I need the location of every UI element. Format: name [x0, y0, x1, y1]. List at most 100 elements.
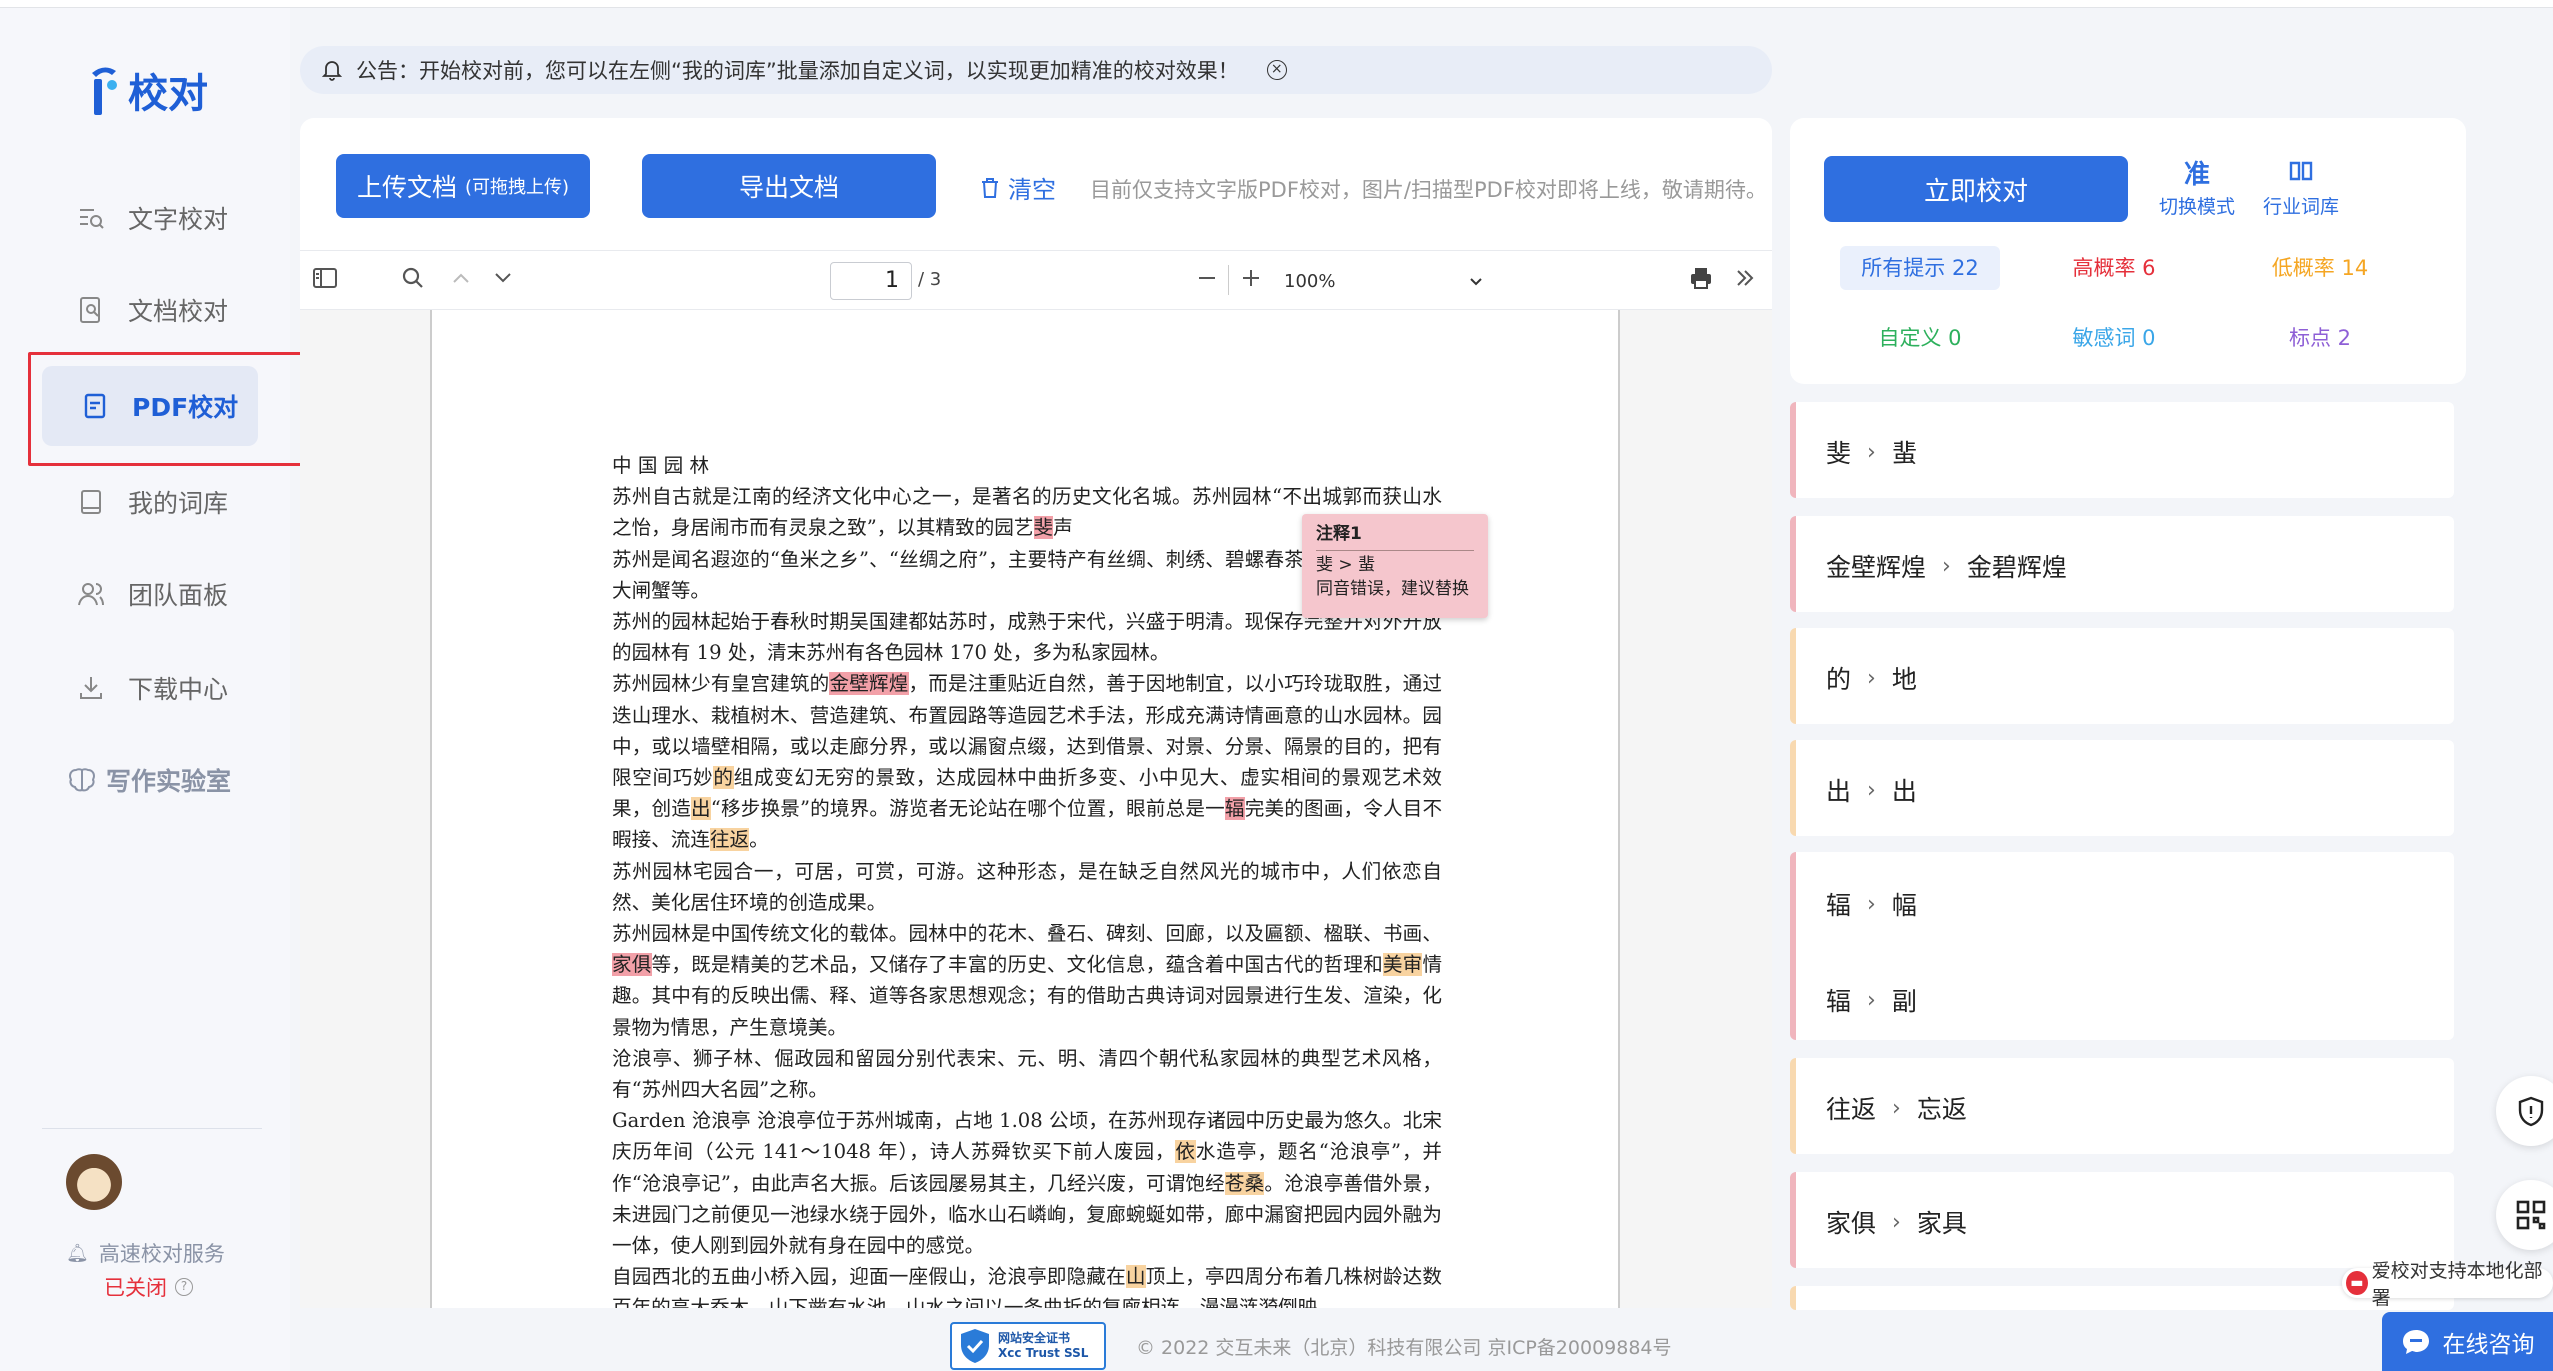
- prev-page-icon[interactable]: [446, 265, 476, 295]
- security-fab[interactable]: [2496, 1076, 2553, 1146]
- filter-custom[interactable]: 自定义 0: [1840, 316, 2000, 360]
- writing-lab-link[interactable]: 写作实验室: [66, 762, 231, 798]
- window-top-edge: [0, 0, 2553, 8]
- promo-badge[interactable]: ▬ 爱校对支持本地化部署: [2342, 1260, 2553, 1309]
- switch-mode-button[interactable]: 准 切换模式: [2152, 158, 2242, 219]
- error-highlight[interactable]: 辐: [1224, 797, 1245, 821]
- chat-bubble-icon: ▬: [2346, 1271, 2368, 1295]
- correction-card[interactable]: 家俱 › 家具: [1790, 1172, 2454, 1268]
- error-highlight[interactable]: 家俱: [612, 953, 652, 977]
- industry-dict-button[interactable]: 行业词库: [2256, 158, 2346, 219]
- qrcode-fab[interactable]: [2496, 1180, 2553, 1250]
- page-number-input[interactable]: 1: [830, 262, 912, 300]
- filter-punct-label: 标点 2: [2288, 326, 2352, 350]
- filter-high[interactable]: 高概率 6: [2034, 246, 2194, 290]
- doc-paragraph: Garden 沧浪亭 沧浪亭位于苏州城南，占地 1.08 公顷，在苏州现存诸园中…: [612, 1109, 1443, 1258]
- doc-paragraph: 沧浪亭、狮子林、倔政园和留园分别代表宋、元、明、清四个朝代私家园林的典型艺术风格…: [612, 1046, 1442, 1102]
- filter-high-label: 高概率 6: [2072, 256, 2156, 280]
- industry-dict-label: 行业词库: [2262, 196, 2339, 218]
- footer: 网站安全证书 Xcc Trust SSL © 2022 交互未来（北京）科技有限公…: [950, 1322, 1672, 1370]
- shield-check-icon: [961, 1329, 989, 1363]
- zoom-in-icon[interactable]: [1236, 265, 1266, 295]
- filter-sensitive[interactable]: 敏感词 0: [2034, 316, 2194, 360]
- upload-button[interactable]: 上传文档 (可拖拽上传): [336, 154, 590, 218]
- notice-bar: 公告：开始校对前，您可以在左侧“我的词库”批量添加自定义词，以实现更加精准的校对…: [300, 46, 1772, 94]
- correction-card[interactable]: 金壁辉煌 › 金碧辉煌: [1790, 516, 2454, 612]
- nav-text-check[interactable]: 文字校对: [60, 178, 260, 258]
- upload-label: 上传文档: [356, 173, 457, 202]
- zoom-value: 100%: [1284, 270, 1336, 292]
- print-icon[interactable]: [1686, 265, 1716, 295]
- correction-card[interactable]: 斐 › 蜚: [1790, 402, 2454, 498]
- online-chat-button[interactable]: 在线咨询: [2382, 1312, 2553, 1371]
- filter-all[interactable]: 所有提示 22: [1840, 246, 2000, 290]
- nav-label: 我的词库: [128, 489, 229, 518]
- mode-glyph: 准: [2183, 160, 2210, 190]
- warning-highlight[interactable]: 依: [1175, 1140, 1196, 1164]
- check-now-label: 立即校对: [1923, 176, 2028, 207]
- correction-card[interactable]: 出 › 出: [1790, 740, 2454, 836]
- error-highlight[interactable]: 金壁辉煌: [829, 672, 909, 696]
- upload-hint: (可拖拽上传): [464, 177, 570, 198]
- error-highlight[interactable]: 斐: [1033, 516, 1054, 540]
- ssl-badge[interactable]: 网站安全证书 Xcc Trust SSL: [950, 1322, 1106, 1370]
- chevron-down-icon: [1470, 278, 1482, 286]
- popup-correction: 斐 > 蜚: [1316, 555, 1376, 575]
- sidebar-toggle-icon[interactable]: [310, 265, 340, 295]
- correction-card[interactable]: 往返 › 忘返: [1790, 1058, 2454, 1154]
- export-button[interactable]: 导出文档: [642, 154, 936, 218]
- doc-paragraph: 苏州园林少有皇宫建筑的金壁辉煌，而是注重贴近自然，善于因地制宜，以小巧玲珑取胜，…: [612, 672, 1443, 852]
- results-panel: 立即校对 准 切换模式 行业词库 所有提示 22 高概率 6 低概率 14 自定…: [1790, 118, 2466, 384]
- clear-button[interactable]: 清空: [980, 170, 1056, 205]
- warning-highlight[interactable]: 往返: [709, 828, 750, 852]
- export-label: 导出文档: [738, 173, 839, 202]
- avatar[interactable]: [66, 1154, 122, 1210]
- text-check-icon: [80, 209, 104, 229]
- doc-paragraph: 苏州园林是中国传统文化的载体。园林中的花木、叠石、碑刻、回廊，以及匾额、楹联、书…: [612, 922, 1443, 1039]
- service-status[interactable]: 已关闭 ?: [104, 1272, 193, 1302]
- service-label: 高速校对服务: [98, 1242, 225, 1266]
- service-status-text: 已关闭: [104, 1276, 167, 1300]
- nav-label: 团队面板: [128, 581, 229, 610]
- zoom-out-icon[interactable]: [1192, 265, 1222, 295]
- logo-text: 校对: [128, 71, 208, 117]
- nav-doc-check[interactable]: 文档校对: [60, 270, 260, 350]
- help-icon[interactable]: ?: [175, 1278, 193, 1296]
- logo-icon: [88, 61, 122, 119]
- nav-download-center[interactable]: 下载中心: [60, 648, 260, 728]
- filter-low-label: 低概率 14: [2271, 256, 2369, 280]
- zoom-divider: [1228, 265, 1229, 295]
- close-icon[interactable]: ×: [1266, 60, 1287, 80]
- filter-custom-label: 自定义 0: [1878, 326, 1962, 350]
- filter-sensitive-label: 敏感词 0: [2072, 326, 2156, 350]
- nav-team-panel[interactable]: 团队面板: [60, 554, 260, 634]
- filter-punctuation[interactable]: 标点 2: [2240, 316, 2400, 360]
- check-now-button[interactable]: 立即校对: [1824, 156, 2128, 222]
- search-icon[interactable]: [398, 265, 428, 295]
- doc-paragraph: 自园西北的五曲小桥入园，迎面一座假山，沧浪亭即隐藏在山顶上，亭四周分布着几株树龄…: [612, 1265, 1443, 1308]
- copyright: © 2022 交互未来（北京）科技有限公司 京ICP备20009884号: [1136, 1336, 1672, 1359]
- logo[interactable]: 校对: [88, 58, 208, 122]
- warning-highlight[interactable]: 出: [691, 797, 711, 821]
- nav-my-dictionary[interactable]: 我的词库: [60, 462, 260, 542]
- nav-label: 文字校对: [128, 205, 229, 234]
- filter-low[interactable]: 低概率 14: [2240, 246, 2400, 290]
- notice-text: 公告：开始校对前，您可以在左侧“我的词库”批量添加自定义词，以实现更加精准的校对…: [356, 59, 1239, 83]
- next-page-icon[interactable]: [488, 265, 518, 295]
- zoom-select[interactable]: 100%: [1284, 263, 1484, 299]
- nav-label: 下载中心: [128, 675, 229, 704]
- filter-all-label: 所有提示 22: [1861, 256, 1979, 280]
- doc-paragraph: 苏州园林宅园合一，可居，可赏，可游。这种形态，是在缺乏自然风光的城市中，人们依恋…: [612, 859, 1442, 914]
- pdf-viewer[interactable]: 中 国 园 林 苏州自古就是江南的经济文化中心之一，是著名的历史文化名城。苏州园…: [300, 310, 1772, 1308]
- warning-highlight[interactable]: 的: [713, 766, 734, 790]
- writing-lab-label: 写作实验室: [106, 767, 232, 796]
- warning-highlight[interactable]: 美审: [1382, 953, 1423, 977]
- warning-highlight[interactable]: 苍桑: [1224, 1171, 1265, 1195]
- switch-mode-label: 切换模式: [2158, 196, 2235, 218]
- more-tools-icon[interactable]: [1730, 265, 1760, 295]
- correction-card[interactable]: 的 › 地: [1790, 628, 2454, 724]
- warning-highlight[interactable]: 山: [1125, 1265, 1146, 1289]
- sidebar-divider: [42, 1128, 262, 1129]
- download-icon: [80, 677, 102, 699]
- correction-card[interactable]: 辐 › 幅 辐 › 副: [1790, 852, 2454, 1040]
